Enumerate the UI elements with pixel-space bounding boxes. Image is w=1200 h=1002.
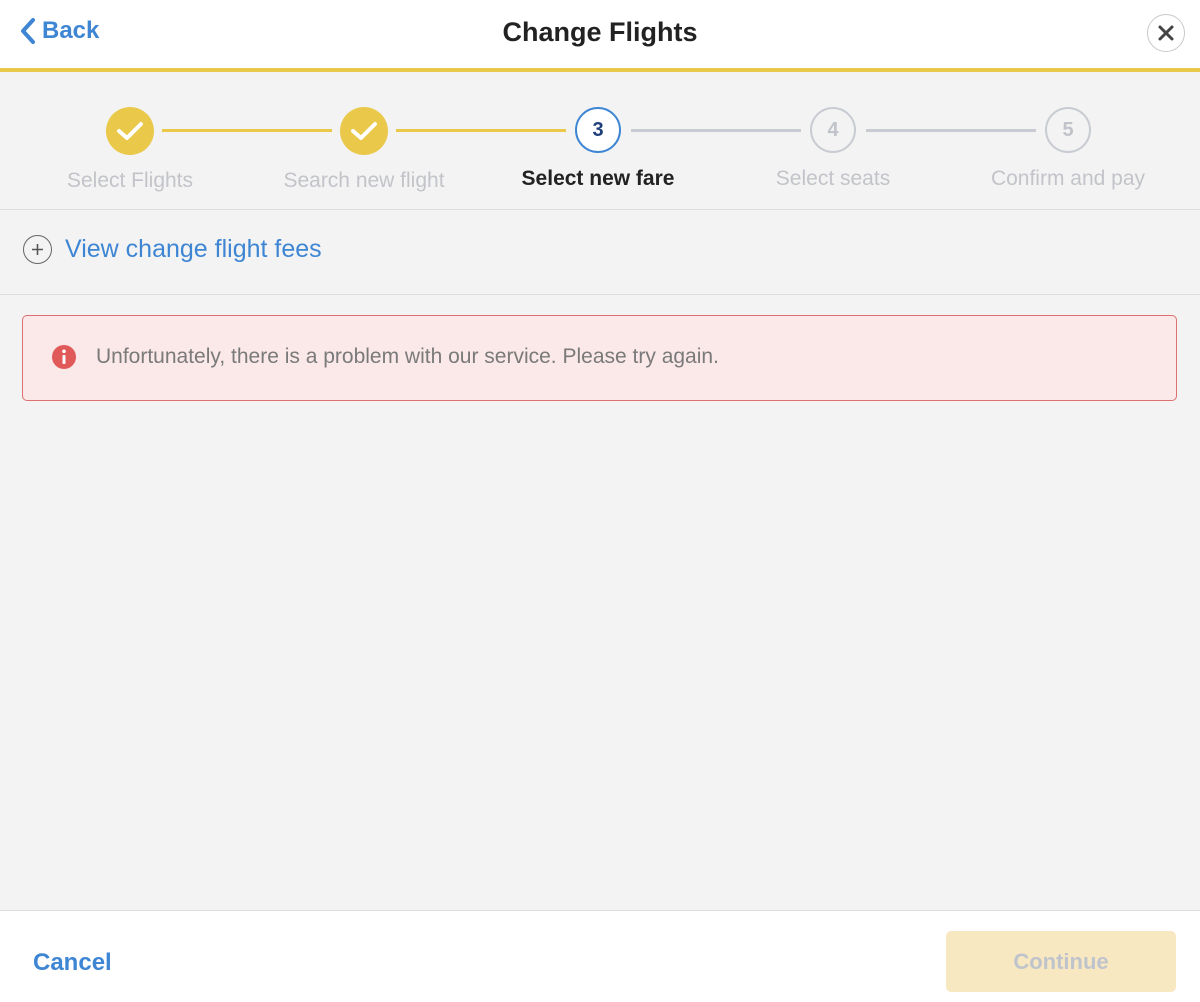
error-message: Unfortunately, there is a problem with o… (96, 345, 719, 368)
progress-stepper: Select Flights Search new flight 3 Selec… (0, 72, 1200, 210)
header-bar: Back Change Flights (0, 0, 1200, 68)
step-select-new-fare: 3 Select new fare (481, 107, 715, 191)
step-label: Confirm and pay (990, 167, 1146, 190)
step-label: Select Flights (66, 169, 194, 192)
step-number: 5 (1045, 107, 1091, 153)
step-confirm-and-pay: 5 Confirm and pay (951, 107, 1185, 191)
plus-circle-icon (23, 235, 52, 264)
checkmark-icon (351, 122, 377, 140)
close-button[interactable] (1147, 14, 1185, 52)
step-number-current: 3 (575, 107, 621, 153)
checkmark-icon (117, 122, 143, 140)
step-search-new-flight: Search new flight (247, 107, 481, 193)
cancel-button[interactable]: Cancel (33, 949, 112, 977)
step-circle-done (340, 107, 388, 155)
footer-bar: Cancel Continue (0, 910, 1200, 1002)
view-fees-link[interactable]: View change flight fees (23, 235, 322, 264)
step-label: Select seats (775, 167, 891, 190)
error-info-icon (52, 345, 76, 369)
fees-section: View change flight fees (0, 211, 1200, 295)
step-number: 4 (810, 107, 856, 153)
step-select-flights: Select Flights (13, 107, 247, 193)
close-icon (1158, 25, 1174, 41)
view-fees-label: View change flight fees (65, 235, 322, 263)
continue-button[interactable]: Continue (946, 931, 1176, 992)
step-label-current: Select new fare (521, 167, 675, 190)
error-banner: Unfortunately, there is a problem with o… (22, 315, 1177, 401)
step-select-seats: 4 Select seats (716, 107, 950, 191)
page-title: Change Flights (502, 17, 698, 47)
step-label: Search new flight (283, 169, 445, 192)
chevron-left-icon (21, 18, 35, 44)
back-label: Back (42, 17, 100, 44)
step-circle-done (106, 107, 154, 155)
back-button[interactable]: Back (18, 16, 99, 46)
